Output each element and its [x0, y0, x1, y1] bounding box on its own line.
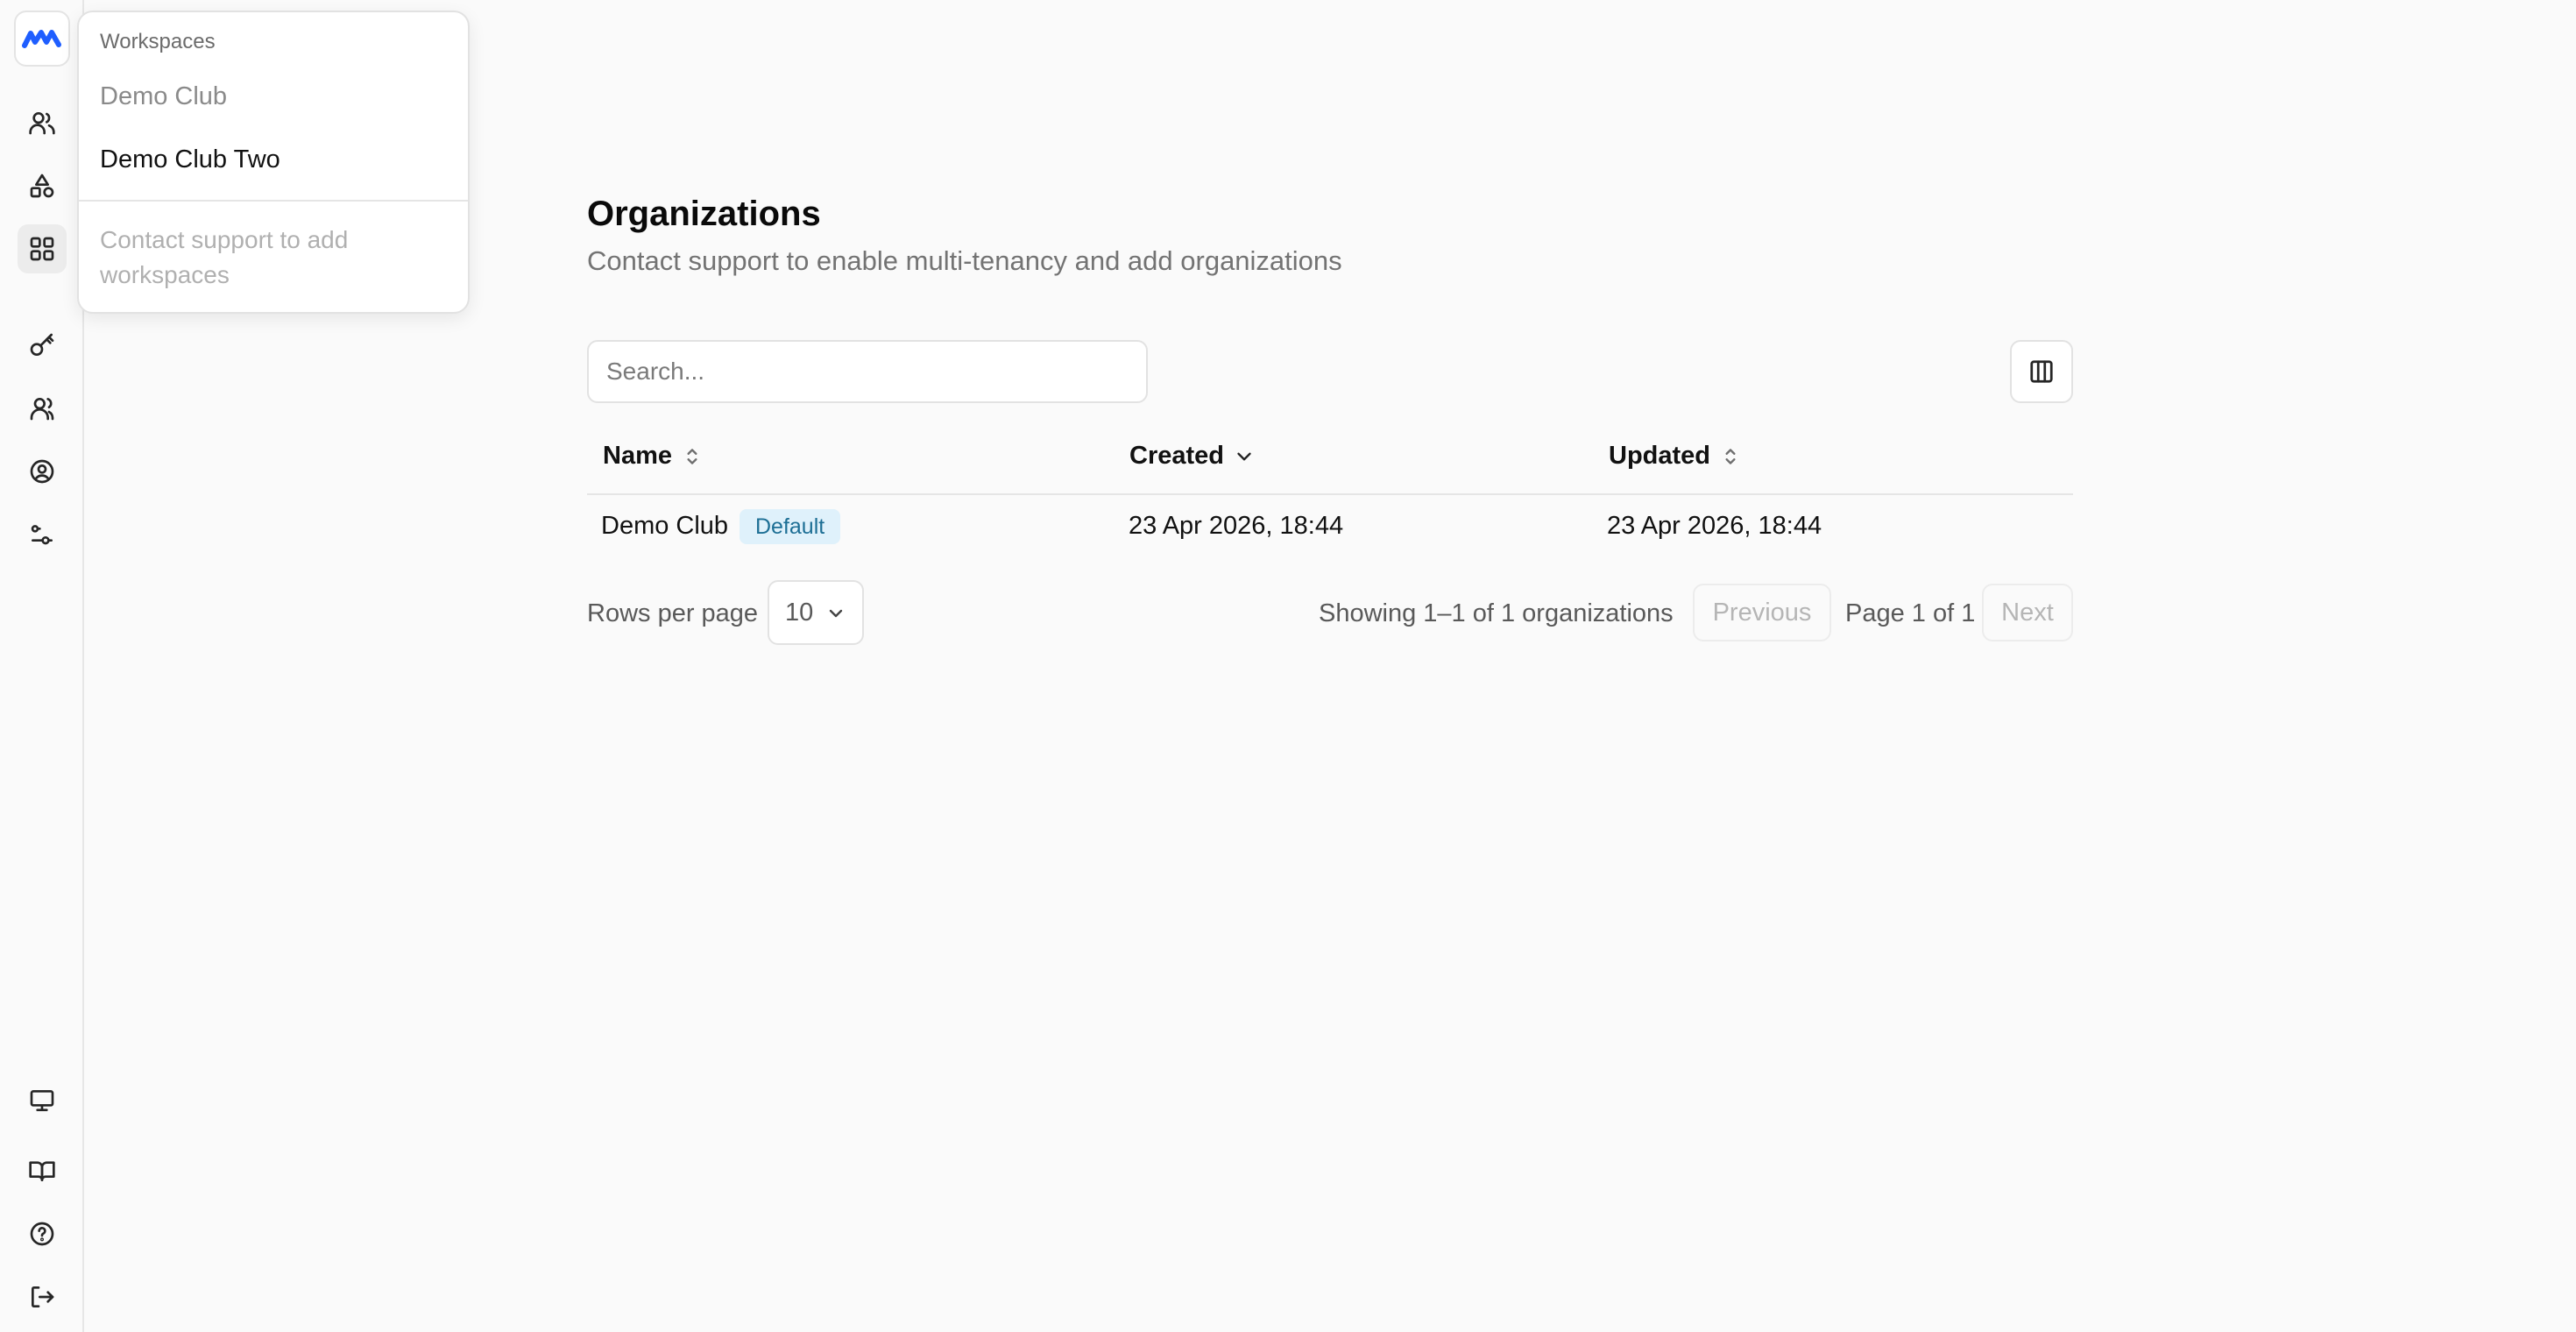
nav-display[interactable] [18, 1076, 67, 1125]
settings-sliders-icon [31, 525, 53, 545]
logo-icon [22, 30, 61, 48]
sort-icon [1725, 448, 1736, 464]
nav-shapes[interactable] [18, 161, 67, 210]
team-icon [30, 398, 54, 421]
grid-icon [30, 237, 54, 261]
nav-account[interactable] [18, 447, 67, 496]
column-header-created[interactable]: Created [1129, 442, 1256, 471]
workspaces-dropdown: Workspaces Demo Club Demo Club Two Conta… [77, 11, 470, 314]
columns-icon [2030, 360, 2053, 383]
nav-users[interactable] [18, 98, 67, 147]
previous-page-button[interactable]: Previous [1693, 584, 1831, 641]
nav-organizations[interactable] [18, 224, 67, 273]
nav-settings[interactable] [18, 510, 67, 559]
search-input[interactable] [587, 340, 1148, 403]
columns-toggle-button[interactable] [2010, 340, 2073, 403]
book-icon [29, 1161, 55, 1181]
page-subtitle: Contact support to enable multi-tenancy … [587, 245, 1342, 276]
nav-logout[interactable] [18, 1272, 67, 1321]
monitor-icon [30, 1090, 54, 1111]
help-icon [30, 1222, 54, 1246]
results-count: Showing 1–1 of 1 organizations [1319, 599, 1674, 627]
cell-name: Demo Club [601, 512, 729, 540]
rows-per-page-value: 10 [785, 598, 814, 627]
column-header-updated-label: Updated [1609, 442, 1710, 470]
sidebar [0, 0, 84, 1332]
nav-team[interactable] [18, 384, 67, 433]
key-icon [30, 333, 54, 356]
column-header-name-label: Name [603, 442, 672, 470]
user-circle-icon [30, 459, 54, 484]
chevron-down-icon [829, 609, 843, 618]
workspace-item-demo-club-two[interactable]: Demo Club Two [100, 145, 280, 174]
nav-keys[interactable] [18, 321, 67, 370]
page-title: Organizations [587, 195, 821, 233]
table-header-divider [587, 493, 2073, 495]
sort-icon [687, 448, 697, 464]
dropdown-divider [79, 200, 468, 202]
cell-updated: 23 Apr 2026, 18:44 [1607, 512, 1822, 540]
rows-per-page-label: Rows per page [587, 599, 759, 627]
shapes-icon [30, 174, 54, 198]
page-indicator: Page 1 of 1 [1845, 599, 1976, 627]
column-header-name[interactable]: Name [603, 442, 704, 471]
nav-help[interactable] [18, 1209, 67, 1258]
next-page-button[interactable]: Next [1982, 584, 2073, 641]
logout-icon [32, 1286, 54, 1307]
nav-docs[interactable] [18, 1146, 67, 1195]
chevron-down-icon [1237, 452, 1251, 460]
column-header-created-label: Created [1129, 442, 1224, 470]
cell-created: 23 Apr 2026, 18:44 [1129, 512, 1344, 540]
status-badge: Default [740, 509, 841, 544]
rows-per-page-select[interactable]: 10 [768, 580, 864, 645]
workspace-item-demo-club[interactable]: Demo Club [100, 82, 227, 111]
users-icon [29, 111, 55, 135]
app-logo[interactable] [14, 11, 70, 67]
column-header-updated[interactable]: Updated [1609, 442, 1742, 471]
workspaces-heading: Workspaces [100, 30, 216, 53]
workspaces-support-note: Contact support to add workspaces [100, 226, 349, 288]
